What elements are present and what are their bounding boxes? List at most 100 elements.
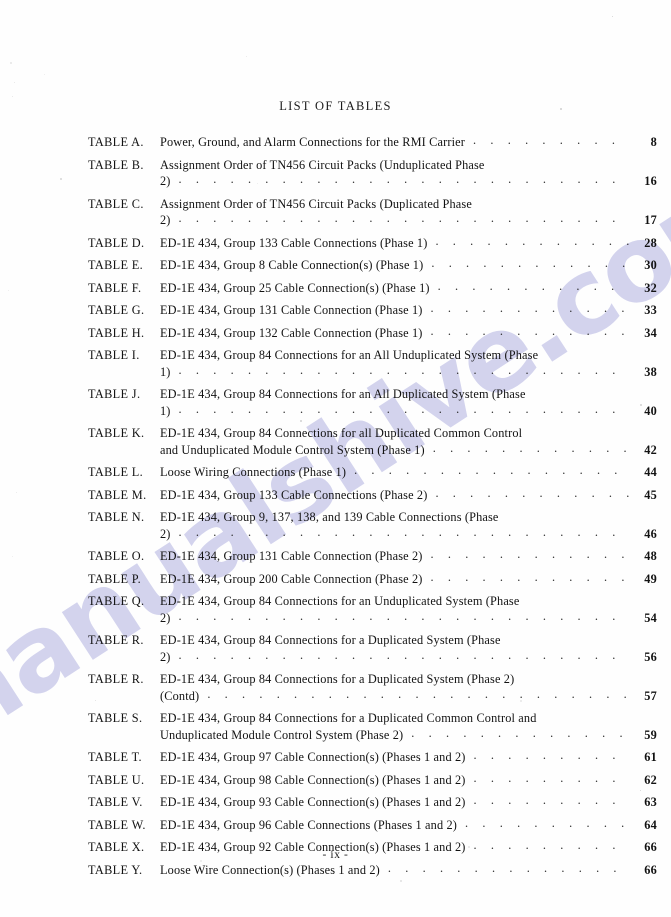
toc-entry-line: Loose Wire Connection(s) (Phases 1 and 2… — [160, 862, 657, 879]
toc-entry[interactable]: TABLE V. ED-1E 434, Group 93 Cable Connec… — [0, 794, 671, 811]
dot-leader — [431, 546, 629, 560]
toc-page-number: 49 — [635, 571, 657, 588]
dot-leader — [179, 401, 629, 415]
toc-entry-label: TABLE B. — [88, 157, 160, 174]
toc-page-number: 33 — [635, 302, 657, 319]
toc-entry-label: TABLE R. — [88, 632, 160, 649]
dot-leader — [388, 860, 629, 874]
toc-entry-label: TABLE A. — [88, 134, 160, 151]
dot-leader — [179, 210, 629, 224]
toc-entry[interactable]: TABLE M. ED-1E 434, Group 133 Cable Conne… — [0, 487, 671, 504]
toc-entry-label: TABLE P. — [88, 571, 160, 588]
toc-entry[interactable]: TABLE G. ED-1E 434, Group 131 Cable Conne… — [0, 302, 671, 319]
toc-entry-label: TABLE Q. — [88, 593, 160, 610]
toc-entry[interactable]: TABLE H. ED-1E 434, Group 132 Cable Conne… — [0, 325, 671, 342]
toc-entry[interactable]: TABLE P. ED-1E 434, Group 200 Cable Conne… — [0, 571, 671, 588]
toc-entry-label: TABLE E. — [88, 257, 160, 274]
toc-entry-line: ED-1E 434, Group 131 Cable Connection (P… — [160, 548, 657, 565]
toc-entry[interactable]: TABLE R. ED-1E 434, Group 84 Connections … — [0, 632, 671, 665]
toc-page-number: 16 — [635, 173, 657, 190]
toc-entry-line: ED-1E 434, Group 93 Cable Connection(s) … — [160, 794, 657, 811]
toc-page-number: 63 — [635, 794, 657, 811]
toc-entry-label: TABLE F. — [88, 280, 160, 297]
toc-entry-label: TABLE I. — [88, 347, 160, 364]
toc-page-number: 44 — [635, 464, 657, 481]
toc-entry[interactable]: TABLE O. ED-1E 434, Group 131 Cable Conne… — [0, 548, 671, 565]
toc-entry[interactable]: TABLE K. ED-1E 434, Group 84 Connections … — [0, 425, 671, 458]
dot-leader — [179, 608, 629, 622]
toc-entry[interactable]: TABLE J. ED-1E 434, Group 84 Connections … — [0, 386, 671, 419]
toc-page-number: 61 — [635, 749, 657, 766]
dot-leader — [207, 686, 629, 700]
toc-entry-label: TABLE D. — [88, 235, 160, 252]
toc-entry[interactable]: TABLE Q. ED-1E 434, Group 84 Connections … — [0, 593, 671, 626]
toc-entry-body: ED-1E 434, Group 93 Cable Connection(s) … — [160, 794, 671, 811]
toc-entry-title: ED-1E 434, Group 98 Cable Connection(s) … — [160, 772, 466, 789]
toc-entry-body: ED-1E 434, Group 84 Connections for a Du… — [160, 710, 671, 743]
toc-entry-title: ED-1E 434, Group 131 Cable Connection (P… — [160, 302, 423, 319]
toc-entry[interactable]: TABLE B. Assignment Order of TN456 Circui… — [0, 157, 671, 190]
toc-entry[interactable]: TABLE R. ED-1E 434, Group 84 Connections … — [0, 671, 671, 704]
toc-entry-label: TABLE V. — [88, 794, 160, 811]
toc-entry-title: ED-1E 434, Group 131 Cable Connection (P… — [160, 548, 423, 565]
toc-entry-title-cont: 2) — [160, 526, 171, 543]
toc-page-number: 28 — [635, 235, 657, 252]
toc-entry[interactable]: TABLE S. ED-1E 434, Group 84 Connections … — [0, 710, 671, 743]
toc-entry-line: and Unduplicated Module Control System (… — [160, 442, 657, 459]
toc-entry-line: 1) 40 — [160, 403, 657, 420]
dot-leader — [179, 171, 629, 185]
toc-page-number: 57 — [635, 688, 657, 705]
toc-entry-line: 2)54 — [160, 610, 657, 627]
toc-entry-body: ED-1E 434, Group 84 Connections for all … — [160, 425, 671, 458]
toc-entry-title-cont: 2) — [160, 649, 171, 666]
toc-page-number: 62 — [635, 772, 657, 789]
dot-leader — [431, 323, 629, 337]
toc-entry[interactable]: TABLE D. ED-1E 434, Group 133 Cable Conne… — [0, 235, 671, 252]
toc-entry[interactable]: TABLE Y. Loose Wire Connection(s) (Phases… — [0, 862, 671, 879]
dot-leader — [431, 255, 629, 269]
toc-entry-title: Power, Ground, and Alarm Connections for… — [160, 134, 465, 151]
toc-entry-line: ED-1E 434, Group 8 Cable Connection(s) (… — [160, 257, 657, 274]
dot-leader — [474, 792, 629, 806]
toc-entry[interactable]: TABLE T. ED-1E 434, Group 97 Cable Connec… — [0, 749, 671, 766]
toc-entry-label: TABLE U. — [88, 772, 160, 789]
toc-entry[interactable]: TABLE W. ED-1E 434, Group 96 Cable Connec… — [0, 817, 671, 834]
toc-entry[interactable]: TABLE U. ED-1E 434, Group 98 Cable Connec… — [0, 772, 671, 789]
toc-entry-title: ED-1E 434, Group 93 Cable Connection(s) … — [160, 794, 466, 811]
toc-entry-title-cont: 1) — [160, 403, 171, 420]
dot-leader — [179, 362, 629, 376]
toc-entry-title: Loose Wire Connection(s) (Phases 1 and 2… — [160, 862, 380, 879]
toc-entry-line: ED-1E 434, Group 131 Cable Connection (P… — [160, 302, 657, 319]
toc-entry-label: TABLE Y. — [88, 862, 160, 879]
toc-entry[interactable]: TABLE I. ED-1E 434, Group 84 Connections … — [0, 347, 671, 380]
dot-leader — [179, 647, 629, 661]
toc-entry-line: ED-1E 434, Group 133 Cable Connections (… — [160, 235, 657, 252]
toc-entry[interactable]: TABLE L. Loose Wiring Connections (Phase … — [0, 464, 671, 481]
toc-entry-label: TABLE R. — [88, 671, 160, 688]
toc-entry[interactable]: TABLE E. ED-1E 434, Group 8 Cable Connect… — [0, 257, 671, 274]
toc-page-number: 46 — [635, 526, 657, 543]
toc-entry[interactable]: TABLE F. ED-1E 434, Group 25 Cable Connec… — [0, 280, 671, 297]
toc-entry[interactable]: TABLE C. Assignment Order of TN456 Circui… — [0, 196, 671, 229]
toc-entry-body: ED-1E 434, Group 131 Cable Connection (P… — [160, 548, 671, 565]
toc-entry-line: ED-1E 434, Group 133 Cable Connections (… — [160, 487, 657, 504]
toc-entry[interactable]: TABLE A. Power, Ground, and Alarm Connect… — [0, 134, 671, 151]
toc-entry-line: 1)38 — [160, 364, 657, 381]
toc-entry-line: 2)17 — [160, 212, 657, 229]
toc-entry[interactable]: TABLE N. ED-1E 434, Group 9, 137, 138, an… — [0, 509, 671, 542]
toc-page-number: 40 — [635, 403, 657, 420]
toc-entry-body: Loose Wire Connection(s) (Phases 1 and 2… — [160, 862, 671, 879]
toc-entry-label: TABLE N. — [88, 509, 160, 526]
toc-entry-title-cont: 2) — [160, 173, 171, 190]
dot-leader — [438, 278, 629, 292]
dot-leader — [473, 132, 629, 146]
toc-entry-body: ED-1E 434, Group 131 Cable Connection (P… — [160, 302, 671, 319]
toc-entry-label: TABLE M. — [88, 487, 160, 504]
scanned-page: manualshive.com LIST OF TABLES TABLE A. P… — [0, 0, 671, 917]
toc-entry-title: ED-1E 434, Group 96 Cable Connections (P… — [160, 817, 457, 834]
toc-entry-line: Unduplicated Module Control System (Phas… — [160, 727, 657, 744]
dot-leader — [431, 300, 629, 314]
toc-page-number: 17 — [635, 212, 657, 229]
toc-entry-title: ED-1E 434, Group 8 Cable Connection(s) (… — [160, 257, 423, 274]
toc-entry-title: Loose Wiring Connections (Phase 1) — [160, 464, 346, 481]
